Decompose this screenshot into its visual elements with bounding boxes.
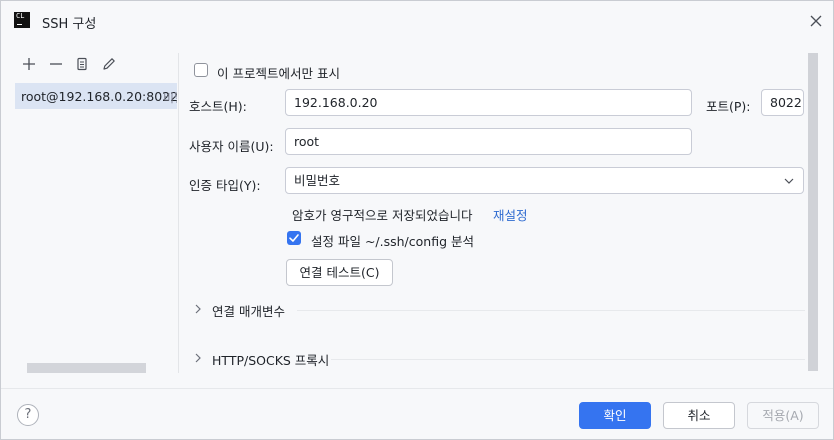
host-label: 호스트(H): bbox=[189, 99, 247, 114]
auth-type-select[interactable]: 비밀번호 bbox=[285, 167, 804, 194]
edit-icon bbox=[103, 58, 115, 70]
host-input[interactable]: 192.168.0.20 bbox=[285, 89, 692, 116]
close-icon bbox=[810, 15, 822, 27]
host-list-horizontal-scrollbar[interactable] bbox=[27, 363, 146, 373]
help-button[interactable]: ? bbox=[17, 404, 39, 426]
parse-config-checkbox[interactable] bbox=[287, 231, 301, 245]
port-input[interactable]: 8022 bbox=[761, 89, 804, 116]
host-item-address: root@192.168.0.20:8022 bbox=[21, 89, 177, 104]
parse-config-label: 설정 파일 ~/.ssh/config 분석 bbox=[311, 234, 474, 249]
cancel-button[interactable]: 취소 bbox=[663, 402, 735, 429]
reset-password-link[interactable]: 재설정 bbox=[493, 205, 528, 224]
proxy-title: HTTP/SOCKS 프록시 bbox=[212, 353, 330, 368]
edit-button[interactable] bbox=[101, 56, 117, 72]
project-only-label: 이 프로젝트에서만 표시 bbox=[217, 66, 340, 81]
add-button[interactable] bbox=[21, 56, 37, 72]
apply-button[interactable]: 적용(A) bbox=[747, 402, 819, 429]
section-separator bbox=[331, 359, 805, 360]
add-icon bbox=[23, 58, 35, 70]
panel-divider bbox=[178, 53, 179, 373]
connection-params-title: 연결 매개변수 bbox=[212, 304, 285, 319]
remove-icon bbox=[50, 63, 62, 65]
auth-type-value: 비밀번호 bbox=[294, 173, 341, 188]
test-connection-button[interactable]: 연결 테스트(C) bbox=[286, 259, 393, 286]
chevron-right-icon bbox=[195, 353, 201, 363]
username-label: 사용자 이름(U): bbox=[189, 139, 274, 154]
remove-button[interactable] bbox=[48, 56, 64, 72]
ssh-config-dialog: CL SSH 구성 root@192.168.0.20:8022 비 이 프로젝… bbox=[0, 0, 834, 440]
copy-button[interactable] bbox=[74, 56, 90, 72]
section-separator bbox=[297, 310, 805, 311]
username-input[interactable]: root bbox=[285, 128, 692, 155]
password-saved-text: 암호가 영구적으로 저장되었습니다 bbox=[292, 208, 473, 223]
host-list-item[interactable]: root@192.168.0.20:8022 비밀 bbox=[15, 83, 177, 109]
close-button[interactable] bbox=[807, 12, 825, 30]
copy-icon bbox=[77, 57, 87, 71]
host-list-panel: root@192.168.0.20:8022 비밀 bbox=[1, 42, 177, 377]
dialog-title: SSH 구성 bbox=[42, 17, 97, 32]
auth-type-label: 인증 타입(Y): bbox=[189, 178, 261, 193]
checkmark-icon bbox=[289, 234, 299, 242]
title-bar: CL SSH 구성 bbox=[1, 1, 833, 41]
chevron-down-icon bbox=[784, 178, 794, 184]
footer-divider bbox=[1, 388, 833, 389]
host-item-auth-type: 비밀 bbox=[163, 91, 177, 105]
port-label: 포트(P): bbox=[706, 99, 751, 114]
form-vertical-scrollbar[interactable] bbox=[808, 53, 818, 371]
project-only-checkbox[interactable] bbox=[194, 63, 208, 77]
ok-button[interactable]: 확인 bbox=[579, 402, 651, 429]
app-logo-icon: CL bbox=[14, 12, 30, 28]
chevron-right-icon bbox=[195, 304, 201, 314]
app-logo-text: CL bbox=[16, 12, 25, 20]
